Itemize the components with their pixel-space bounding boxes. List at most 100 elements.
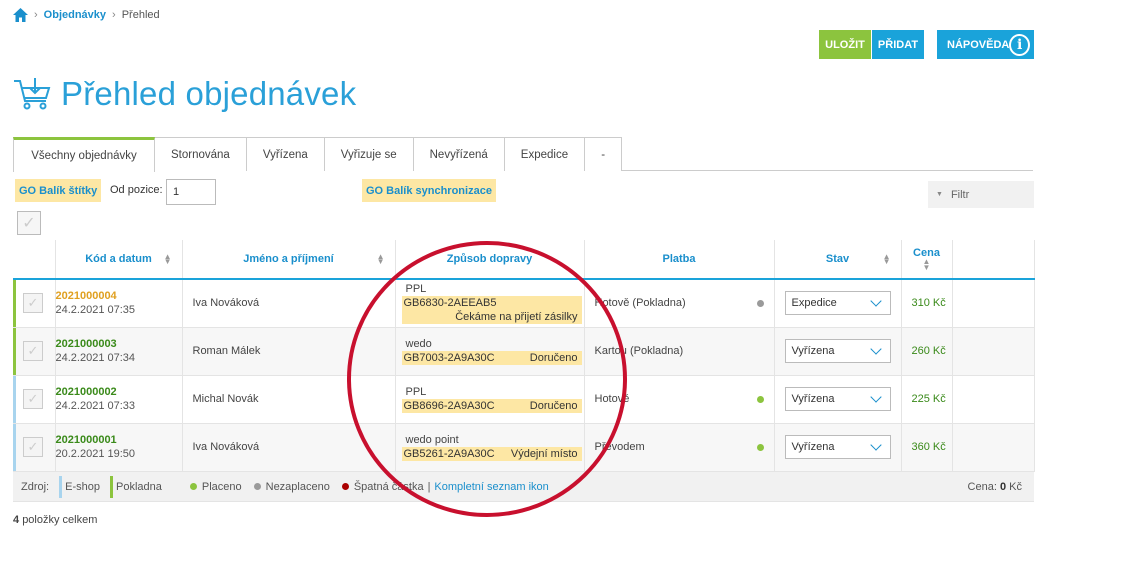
breadcrumb-orders-link[interactable]: Objednávky (44, 9, 106, 21)
order-price: 360 Kč (901, 423, 953, 472)
carrier: PPL (405, 385, 427, 398)
row-checkbox[interactable]: ✓ (23, 437, 43, 457)
order-price: 225 Kč (901, 375, 953, 424)
chevron-down-icon (869, 391, 882, 403)
legend-paid: Placeno (201, 480, 242, 493)
table-row[interactable]: ✓ 2021000002 24.2.2021 07:33 Michal Novák… (13, 375, 1035, 424)
orders-table: Kód a datum ▲ ▼ Jméno a příjmení ▲ ▼ Způsob … (13, 240, 1035, 472)
sort-icon: ▲ ▼ (376, 252, 385, 266)
col-select (13, 240, 56, 280)
tracking-number: GB5261-2A9A30C Výdejní místo (401, 446, 582, 461)
col-price[interactable]: Cena ▲ ▼ (901, 240, 953, 280)
breadcrumb-separator: › (112, 9, 116, 21)
select-all-checkbox[interactable]: ✓ (17, 211, 41, 235)
order-code[interactable]: 2021000001 (56, 434, 182, 446)
order-date: 24.2.2021 07:33 (55, 400, 136, 412)
legend-separator: | (427, 480, 431, 493)
col-shipping-label: Způsob dopravy (446, 253, 533, 265)
col-payment-label: Platba (662, 253, 696, 265)
tracking-number: GB6830-2AEEAB5 (401, 295, 582, 310)
order-date: 24.2.2021 07:35 (55, 304, 136, 317)
source-eshop: E-shop (59, 476, 100, 498)
row-checkbox[interactable]: ✓ (23, 341, 43, 361)
col-name-label: Jméno a příjmení (243, 253, 334, 265)
col-name[interactable]: Jméno a příjmení ▲ ▼ (182, 240, 396, 280)
paid-dot-icon (189, 483, 197, 490)
table-row[interactable]: ✓ 2021000001 20.2.2021 19:50 Iva Nováková… (13, 423, 1035, 472)
sort-icon: ▲ ▼ (163, 252, 172, 266)
source-pokladna: Pokladna (110, 476, 162, 498)
tab-unprocessed[interactable]: Nevyřízená (412, 137, 505, 171)
row-checkbox[interactable]: ✓ (23, 389, 43, 409)
paid-dot-icon (756, 395, 764, 403)
unpaid-dot-icon (253, 483, 261, 490)
from-position-label: Od pozice: (110, 184, 163, 196)
customer-name: Michal Novák (182, 375, 396, 424)
table-row[interactable]: ✓ 2021000003 24.2.2021 07:34 Roman Málek … (13, 327, 1035, 376)
order-date: 20.2.2021 19:50 (55, 448, 136, 460)
filter-button[interactable]: ▼ Filtr (928, 181, 1034, 208)
state-select[interactable]: Expedice (784, 291, 891, 316)
carrier: wedo point (405, 433, 459, 446)
tab-other[interactable]: - (584, 137, 623, 171)
chevron-down-icon (869, 439, 882, 451)
col-state[interactable]: Stav ▲ ▼ (774, 240, 902, 280)
table-row[interactable]: ✓ 2021000004 24.2.2021 07:35 Iva Nováková… (13, 279, 1035, 328)
chevron-down-icon (869, 295, 882, 307)
state-select[interactable]: Vyřízena (784, 339, 891, 363)
add-button[interactable]: PŘIDAT (872, 30, 924, 59)
bad-amount-dot-icon (341, 483, 349, 490)
customer-name: Roman Málek (182, 327, 396, 376)
col-state-label: Stav (825, 253, 850, 265)
paid-dot-icon (756, 443, 764, 451)
order-code[interactable]: 2021000004 (56, 290, 182, 302)
shopping-cart-icon (14, 78, 51, 110)
total-count: 4 položky celkem (13, 514, 98, 526)
row-checkbox[interactable]: ✓ (23, 293, 43, 314)
breadcrumb-current: Přehled (121, 9, 160, 21)
order-price: 260 Kč (901, 327, 953, 376)
home-icon[interactable] (13, 8, 28, 22)
shipment-status: Čekáme na přijetí zásilky (401, 309, 582, 324)
col-code-date-label: Kód a datum (85, 253, 152, 265)
sort-icon: ▲ ▼ (922, 257, 931, 272)
order-price: 310 Kč (901, 279, 953, 328)
col-code-date[interactable]: Kód a datum ▲ ▼ (55, 240, 183, 280)
help-button[interactable]: NÁPOVĚDA i (937, 30, 1034, 59)
chevron-down-icon (869, 343, 882, 355)
state-select[interactable]: Vyřízena (784, 435, 891, 459)
tab-completed[interactable]: Vyřízena (245, 137, 325, 171)
order-code[interactable]: 2021000002 (56, 386, 182, 398)
order-date: 24.2.2021 07:34 (55, 352, 136, 364)
col-shipping: Způsob dopravy (395, 240, 585, 280)
page-title: Přehled objednávek (61, 75, 357, 112)
save-button[interactable]: ULOŽIT (819, 30, 871, 59)
col-payment: Platba (584, 240, 775, 280)
state-select[interactable]: Vyřízena (784, 387, 891, 411)
payment-method: Převodem (594, 441, 645, 453)
payment-method: Hotově (Pokladna) (594, 297, 686, 310)
table-footer: Zdroj: E-shop Pokladna Placeno Nezaplace… (13, 472, 1034, 502)
icons-list-link[interactable]: Kompletní seznam ikon (434, 481, 548, 493)
payment-method: Kartou (Pokladna) (594, 345, 684, 357)
tracking-number: GB8696-2A9A30C Doručeno (401, 398, 582, 413)
col-extra (952, 240, 1035, 280)
tab-dispatch[interactable]: Expedice (503, 137, 586, 171)
breadcrumb: › Objednávky › Přehled (13, 8, 160, 22)
carrier: PPL (405, 282, 427, 295)
payment-method: Hotově (594, 393, 630, 405)
footer-price: Cena: 0 Kč (967, 480, 1022, 493)
tab-in-progress[interactable]: Vyřizuje se (323, 137, 414, 171)
order-code[interactable]: 2021000003 (56, 338, 182, 350)
tab-cancelled[interactable]: Stornována (154, 137, 247, 171)
filter-label: Filtr (950, 188, 970, 201)
customer-name: Iva Nováková (182, 423, 396, 472)
tab-all-orders[interactable]: Všechny objednávky (13, 137, 155, 172)
go-balik-labels-button[interactable]: GO Balík štítky (15, 179, 102, 202)
sort-icon: ▲ ▼ (882, 252, 891, 266)
from-position-input[interactable]: 1 (166, 179, 216, 205)
unpaid-dot-icon (756, 299, 764, 307)
order-tabs: Všechny objednávky Stornována Vyřízena V… (13, 137, 1033, 172)
go-balik-sync-button[interactable]: GO Balík synchronizace (362, 179, 496, 202)
page-header: Přehled objednávek (13, 75, 356, 113)
